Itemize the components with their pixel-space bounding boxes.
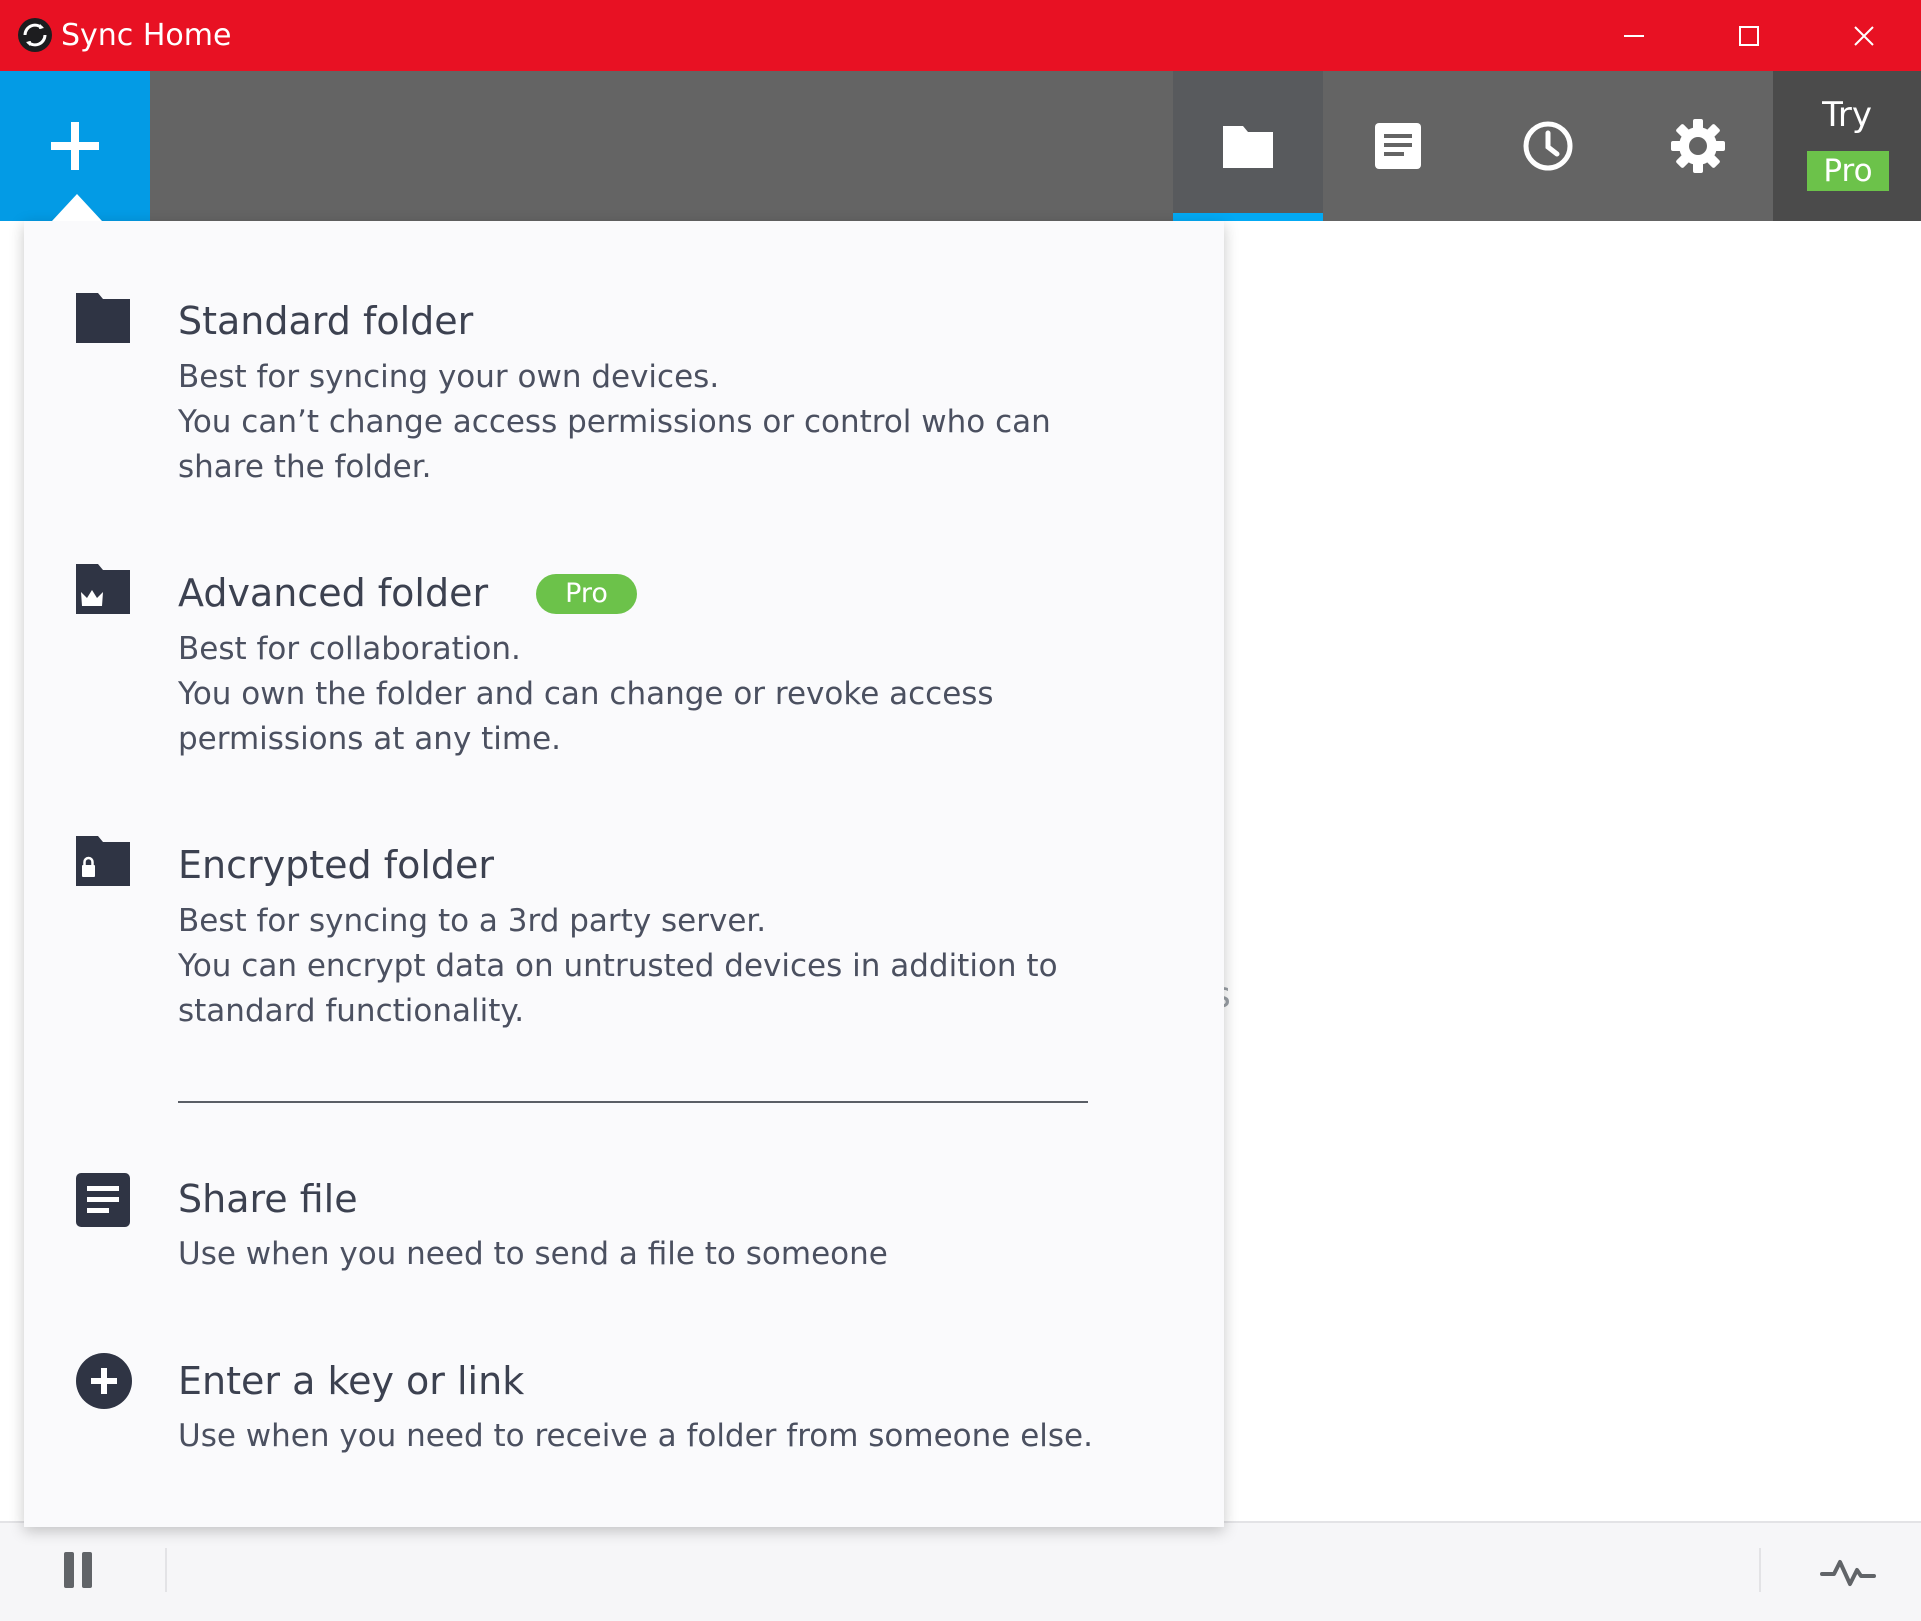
menu-item-description-text: Best for syncing your own devices. You c… (178, 359, 1051, 485)
add-menu: Standard folder Best for syncing your ow… (24, 221, 1224, 1527)
folder-crown-icon (76, 564, 130, 614)
try-pro-button[interactable]: Try Pro (1773, 71, 1921, 221)
try-label: Try (1822, 95, 1872, 135)
menu-item-enter-key-or-link[interactable]: Enter a key or link Use when you need to… (24, 1313, 1224, 1473)
menu-item-title: Standard folder (178, 299, 474, 343)
sync-logo-icon (18, 18, 52, 52)
menu-item-title: Enter a key or link (178, 1359, 525, 1403)
close-button[interactable] (1807, 0, 1921, 71)
menu-item-description-text: Use when you need to receive a folder fr… (178, 1418, 1093, 1454)
menu-item-title: Advanced folder Pro (178, 570, 637, 616)
folder-icon (1223, 126, 1273, 168)
gear-icon (1671, 119, 1725, 173)
status-bar (0, 1521, 1921, 1621)
status-divider (165, 1548, 167, 1592)
menu-pointer (52, 194, 102, 221)
menu-item-description: Use when you need to receive a folder fr… (178, 1414, 1108, 1459)
menu-item-title: Encrypted folder (178, 843, 495, 887)
pro-badge: Pro (536, 574, 637, 614)
pro-label: Pro (1807, 151, 1889, 191)
menu-item-description-text: Best for collaboration. You own the fold… (178, 631, 994, 757)
menu-item-advanced-folder[interactable]: Advanced folder Pro Best for collaboratio… (24, 493, 1224, 757)
tab-files[interactable] (1323, 71, 1473, 221)
menu-item-description: Best for syncing your own devices. You c… (178, 355, 1108, 490)
menu-item-share-file[interactable]: Share file Use when you need to send a f… (24, 1131, 1224, 1291)
window-title: Sync Home (61, 18, 232, 53)
status-divider (1759, 1548, 1761, 1592)
folder-icon (76, 293, 130, 343)
menu-item-standard-folder[interactable]: Standard folder Best for syncing your ow… (24, 221, 1224, 485)
menu-item-description: Use when you need to send a file to some… (178, 1232, 1108, 1277)
document-icon (76, 1173, 130, 1227)
menu-item-encrypted-folder[interactable]: Encrypted folder Best for syncing to a 3… (24, 765, 1224, 1029)
pause-icon (82, 1552, 92, 1588)
activity-button[interactable] (1820, 1556, 1876, 1592)
close-icon (1854, 25, 1874, 46)
document-icon (1375, 123, 1421, 169)
plus-circle-icon (76, 1353, 132, 1409)
minimize-icon (1624, 34, 1644, 37)
tab-history[interactable] (1473, 71, 1623, 221)
maximize-button[interactable] (1692, 0, 1806, 71)
tab-folders[interactable] (1173, 71, 1323, 221)
menu-item-description-text: Use when you need to send a file to some… (178, 1236, 888, 1272)
menu-item-title: Share file (178, 1177, 358, 1221)
menu-item-description: Best for collaboration. You own the fold… (178, 627, 1108, 762)
pause-icon (64, 1552, 74, 1588)
toolbar: Try Pro (0, 71, 1921, 221)
clock-icon (1523, 121, 1573, 171)
tab-settings[interactable] (1623, 71, 1773, 221)
maximize-icon (1739, 25, 1759, 46)
minimize-button[interactable] (1577, 0, 1691, 71)
menu-item-description-text: Best for syncing to a 3rd party server. … (178, 903, 1058, 1029)
pause-button[interactable] (64, 1552, 94, 1588)
menu-item-title-text: Advanced folder (178, 571, 489, 615)
menu-item-description: Best for syncing to a 3rd party server. … (178, 899, 1108, 1034)
menu-divider (178, 1101, 1088, 1103)
title-bar: Sync Home (0, 0, 1921, 71)
activity-icon (1820, 1560, 1876, 1586)
folder-lock-icon (76, 836, 130, 886)
plus-icon (51, 122, 99, 170)
